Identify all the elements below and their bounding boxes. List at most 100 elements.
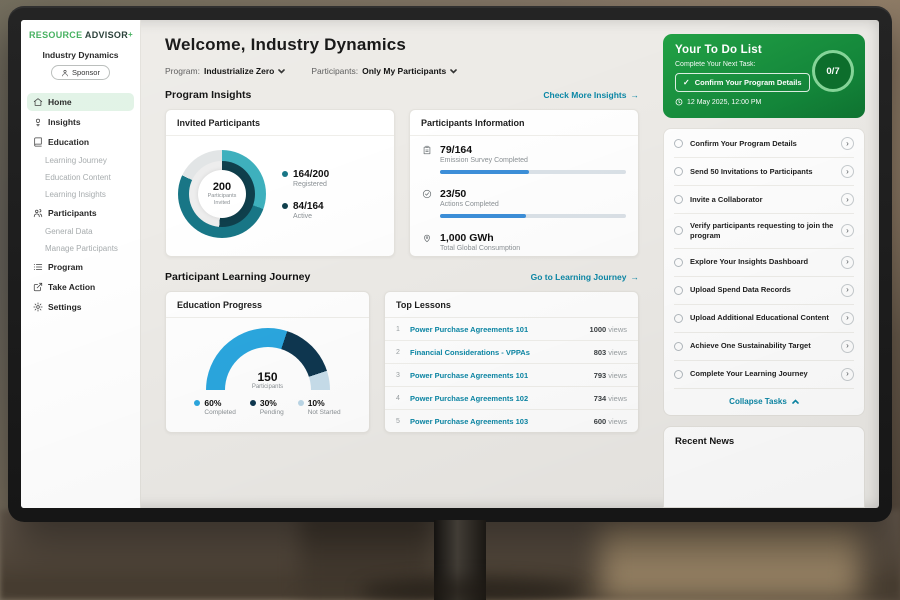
sidebar-item-take-action[interactable]: Take Action	[27, 278, 134, 296]
collapse-label: Collapse Tasks	[729, 397, 787, 406]
gauge-center-label: Participants	[206, 384, 330, 390]
legend-registered: 164/200 Registered	[282, 169, 329, 188]
legend-active: 84/164 Active	[282, 201, 329, 220]
check-circle-icon	[422, 189, 432, 199]
consumption-row: 1,000 GWh Total Global Consumption	[410, 224, 638, 256]
external-arrow-icon	[33, 282, 43, 292]
chevron-right-icon[interactable]: ›	[841, 368, 854, 381]
arrow-right-icon: →	[631, 272, 640, 282]
metric-label: Actions Completed	[440, 201, 499, 208]
metric-label: Emission Survey Completed	[440, 157, 528, 164]
sidebar-item-general-data[interactable]: General Data	[27, 224, 134, 239]
sponsor-badge-label: Sponsor	[72, 68, 100, 77]
views-suffix: views	[608, 348, 627, 357]
task-row-upload-educational-content[interactable]: Upload Additional Educational Content ›	[674, 305, 854, 333]
task-checkbox[interactable]	[674, 370, 683, 379]
next-task-chip[interactable]: ✓ Confirm Your Program Details	[675, 73, 810, 92]
sidebar-item-learning-journey[interactable]: Learning Journey	[27, 153, 134, 168]
invited-participants-card: Invited Participants 200 Participants In…	[165, 109, 395, 257]
todo-hero-card: Your To Do List Complete Your Next Task:…	[663, 34, 865, 118]
chevron-right-icon[interactable]: ›	[841, 165, 854, 178]
chevron-right-icon[interactable]: ›	[841, 224, 854, 237]
chevron-right-icon[interactable]: ›	[841, 340, 854, 353]
donut-center-value: 200	[213, 181, 231, 193]
task-checkbox[interactable]	[674, 167, 683, 176]
task-row-complete-learning-journey[interactable]: Complete Your Learning Journey ›	[674, 361, 854, 389]
chevron-right-icon[interactable]: ›	[841, 193, 854, 206]
donut-center-label: Participants Invited	[205, 193, 239, 207]
pending-dot	[250, 400, 256, 406]
views-suffix: views	[608, 417, 627, 426]
chevron-right-icon[interactable]: ›	[841, 284, 854, 297]
gauge-legend: 60% Completed 30% Pending 10% Not Starte…	[166, 390, 369, 426]
due-date-label: 12 May 2025, 12:00 PM	[687, 99, 761, 106]
sidebar-item-home[interactable]: Home	[27, 93, 134, 111]
task-row-upload-spend-data[interactable]: Upload Spend Data Records ›	[674, 277, 854, 305]
lesson-title-link[interactable]: Financial Considerations - VPPAs	[410, 348, 587, 357]
actions-completed-row: 23/50 Actions Completed	[410, 180, 638, 224]
book-icon	[33, 137, 43, 147]
list-icon	[33, 262, 43, 272]
page-title: Welcome, Industry Dynamics	[165, 35, 639, 55]
sidebar-item-label: Education Content	[45, 173, 111, 182]
monitor-stand-shadow	[360, 578, 580, 600]
sidebar-item-education-content[interactable]: Education Content	[27, 170, 134, 185]
invited-donut-chart: 200 Participants Invited	[178, 150, 266, 238]
chevron-right-icon[interactable]: ›	[841, 256, 854, 269]
sidebar-item-label: Education	[48, 137, 89, 147]
task-checkbox[interactable]	[674, 195, 683, 204]
program-filter-dropdown[interactable]: Program: Industrialize Zero	[165, 66, 285, 76]
task-row-invite-collaborator[interactable]: Invite a Collaborator ›	[674, 186, 854, 214]
chevron-right-icon[interactable]: ›	[841, 312, 854, 325]
todo-progress-value: 0/7	[826, 66, 839, 77]
task-row-achieve-target[interactable]: Achieve One Sustainability Target ›	[674, 333, 854, 361]
chevron-up-icon	[792, 399, 799, 404]
task-checkbox[interactable]	[674, 226, 683, 235]
lesson-views: 793	[594, 371, 607, 380]
task-row-send-invitations[interactable]: Send 50 Invitations to Participants ›	[674, 158, 854, 186]
lesson-title-link[interactable]: Power Purchase Agreements 103	[410, 417, 587, 426]
sponsor-badge[interactable]: Sponsor	[51, 65, 110, 80]
task-checkbox[interactable]	[674, 139, 683, 148]
task-checkbox[interactable]	[674, 314, 683, 323]
check-more-insights-link[interactable]: Check More Insights →	[543, 90, 639, 100]
location-pin-icon	[422, 233, 432, 243]
go-to-learning-journey-link[interactable]: Go to Learning Journey →	[531, 272, 639, 282]
sidebar-item-program[interactable]: Program	[27, 258, 134, 276]
task-checkbox[interactable]	[674, 258, 683, 267]
sidebar-item-learning-insights[interactable]: Learning Insights	[27, 187, 134, 202]
program-filter-value: Industrialize Zero	[204, 66, 274, 76]
sidebar-item-label: Manage Participants	[45, 244, 118, 253]
chevron-down-icon	[450, 69, 457, 74]
lesson-title-link[interactable]: Power Purchase Agreements 102	[410, 394, 587, 403]
task-label: Verify participants requesting to join t…	[690, 221, 834, 241]
legend-label: Active	[293, 213, 329, 220]
sidebar-item-settings[interactable]: Settings	[27, 298, 134, 316]
sidebar-item-participants[interactable]: Participants	[27, 204, 134, 222]
lesson-title-link[interactable]: Power Purchase Agreements 101	[410, 371, 587, 380]
legend-completed: 60% Completed	[194, 398, 235, 416]
lesson-views: 803	[594, 348, 607, 357]
due-date: 12 May 2025, 12:00 PM	[675, 98, 853, 106]
active-dot	[282, 203, 288, 209]
legend-label: Registered	[293, 181, 329, 188]
chevron-right-icon[interactable]: ›	[841, 137, 854, 150]
task-row-verify-participants[interactable]: Verify participants requesting to join t…	[674, 214, 854, 249]
todo-panel: Your To Do List Complete Your Next Task:…	[653, 20, 879, 508]
chevron-down-icon	[278, 69, 285, 74]
card-title: Top Lessons	[385, 292, 638, 318]
task-checkbox[interactable]	[674, 286, 683, 295]
collapse-tasks-link[interactable]: Collapse Tasks	[674, 389, 854, 415]
program-filter-label: Program:	[165, 66, 200, 76]
lesson-title-link[interactable]: Power Purchase Agreements 101	[410, 325, 583, 334]
sidebar-item-manage-participants[interactable]: Manage Participants	[27, 241, 134, 256]
sidebar-item-education[interactable]: Education	[27, 133, 134, 151]
task-row-explore-insights[interactable]: Explore Your Insights Dashboard ›	[674, 249, 854, 277]
task-row-confirm-program[interactable]: Confirm Your Program Details ›	[674, 130, 854, 158]
participants-filter-dropdown[interactable]: Participants: Only My Participants	[311, 66, 457, 76]
program-insights-header: Program Insights Check More Insights →	[165, 89, 639, 101]
task-checkbox[interactable]	[674, 342, 683, 351]
clipboard-icon	[422, 145, 432, 155]
sidebar-item-insights[interactable]: Insights	[27, 113, 134, 131]
registered-dot	[282, 171, 288, 177]
